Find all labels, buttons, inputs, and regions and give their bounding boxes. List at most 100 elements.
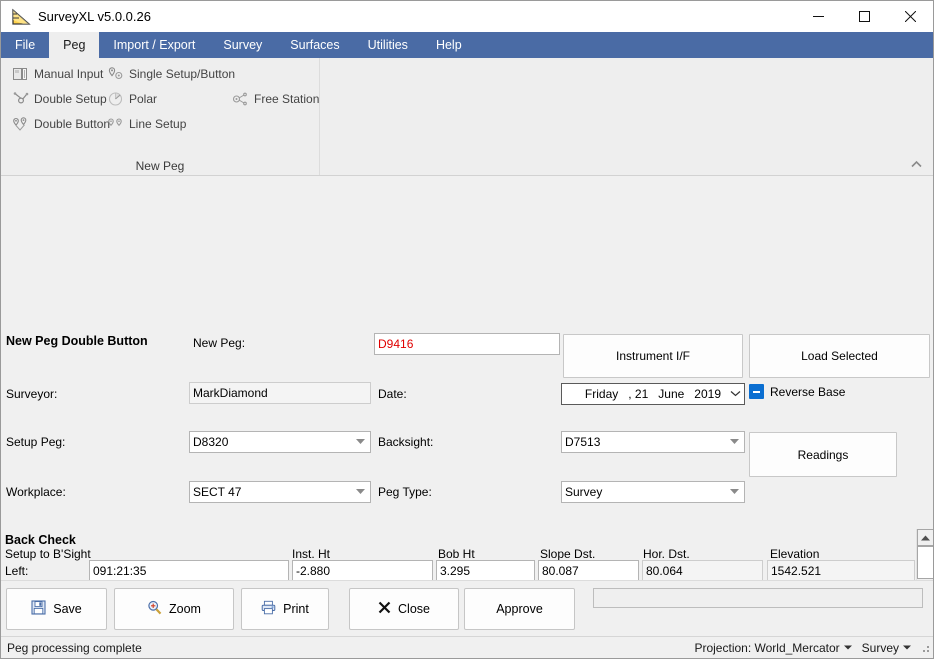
close-button[interactable] xyxy=(887,1,933,32)
ribbon-double-setup-label: Double Setup xyxy=(34,92,107,106)
date-month: June xyxy=(658,387,685,401)
chevron-down-icon xyxy=(727,488,741,496)
print-button[interactable]: Print xyxy=(241,588,329,630)
ribbon-double-button-label: Double Button xyxy=(34,117,111,131)
peg-type-combo[interactable]: Survey xyxy=(561,481,745,503)
zoom-button[interactable]: Zoom xyxy=(114,588,234,630)
save-icon xyxy=(31,600,46,618)
hor-dst-input xyxy=(642,560,763,582)
close-button-action[interactable]: Close xyxy=(349,588,459,630)
free-station-icon xyxy=(232,91,249,107)
menu-item-peg[interactable]: Peg xyxy=(49,32,100,58)
inst-ht-input[interactable] xyxy=(292,560,433,582)
peg-type-label: Peg Type: xyxy=(378,485,432,499)
chevron-down-icon xyxy=(727,438,741,446)
mode-selector[interactable]: Survey xyxy=(862,641,911,655)
application-window: SurveyXL v5.0.0.26 File Peg Import / Exp… xyxy=(0,0,934,659)
date-picker[interactable]: Friday , 21 June 2019 xyxy=(561,383,745,405)
ribbon-free-station[interactable]: Free Station xyxy=(229,90,322,108)
status-message: Peg processing complete xyxy=(7,640,142,655)
menu-item-file[interactable]: File xyxy=(1,32,49,58)
slope-dst-input[interactable] xyxy=(538,560,639,582)
menu-item-utilities[interactable]: Utilities xyxy=(354,32,422,58)
backsight-combo[interactable]: D7513 xyxy=(561,431,745,453)
back-check-subtitle: Setup to B'Sight xyxy=(5,547,91,561)
setup-peg-combo[interactable]: D8320 xyxy=(189,431,371,453)
chevron-up-icon[interactable] xyxy=(905,155,927,173)
workplace-combo[interactable]: SECT 47 xyxy=(189,481,371,503)
bob-ht-header: Bob Ht xyxy=(438,547,475,561)
projection-selector[interactable]: Projection: World_Mercator xyxy=(694,641,852,655)
date-day: , 21 xyxy=(628,387,649,401)
manual-input-icon xyxy=(12,66,29,82)
maximize-button[interactable] xyxy=(841,1,887,32)
zoom-icon xyxy=(147,600,162,618)
elevation-header: Elevation xyxy=(770,547,820,561)
bob-ht-input[interactable] xyxy=(436,560,535,582)
back-check-title: Back Check xyxy=(5,533,76,547)
chevron-down-icon xyxy=(843,643,852,652)
save-button[interactable]: Save xyxy=(6,588,107,630)
print-button-label: Print xyxy=(283,602,309,616)
ribbon-manual-input[interactable]: Manual Input xyxy=(9,65,106,83)
ribbon: Manual Input Double Setup Double Button … xyxy=(1,58,933,176)
chevron-down-icon xyxy=(353,488,367,496)
menu-item-surfaces[interactable]: Surfaces xyxy=(276,32,353,58)
single-setup-icon xyxy=(107,66,124,82)
ribbon-polar-label: Polar xyxy=(129,92,158,106)
approve-button[interactable]: Approve xyxy=(464,588,575,630)
instrument-if-label: Instrument I/F xyxy=(615,349,691,363)
readings-label: Readings xyxy=(797,447,849,462)
surveyor-input[interactable] xyxy=(189,382,371,404)
double-setup-icon xyxy=(12,91,29,107)
workplace-label: Workplace: xyxy=(6,485,66,499)
ribbon-polar[interactable]: Polar xyxy=(104,90,160,108)
title-bar: SurveyXL v5.0.0.26 xyxy=(1,1,933,32)
ribbon-manual-input-label: Manual Input xyxy=(34,67,104,81)
triangle-ruler-icon xyxy=(10,7,32,27)
backcheck-left-label: Left: xyxy=(5,564,29,578)
elevation-input xyxy=(767,560,915,582)
checkbox-indicator xyxy=(749,384,764,399)
instrument-if-button[interactable]: Instrument I/F xyxy=(563,334,743,378)
setup-peg-label: Setup Peg: xyxy=(6,435,66,449)
reverse-base-label: Reverse Base xyxy=(770,384,846,399)
minimize-button[interactable] xyxy=(795,1,841,32)
resize-grip-icon[interactable] xyxy=(919,642,931,654)
peg-type-value: Survey xyxy=(565,485,603,499)
backsight-value: D7513 xyxy=(565,435,601,449)
slope-dst-header: Slope Dst. xyxy=(540,547,596,561)
section-title: New Peg Double Button xyxy=(6,334,148,348)
setup-peg-value: D8320 xyxy=(193,435,229,449)
status-right-group: Projection: World_Mercator Survey xyxy=(694,641,931,655)
ribbon-line-setup[interactable]: Line Setup xyxy=(104,115,189,133)
menu-item-help[interactable]: Help xyxy=(422,32,476,58)
ribbon-single-setup-button[interactable]: Single Setup/Button xyxy=(104,65,238,83)
reverse-base-checkbox[interactable]: Reverse Base xyxy=(749,384,845,399)
ribbon-group-label: New Peg xyxy=(135,159,185,173)
status-bar: Peg processing complete Projection: Worl… xyxy=(1,636,933,658)
ribbon-double-setup[interactable]: Double Setup xyxy=(9,90,110,108)
scrollbar-up-button[interactable] xyxy=(917,529,933,546)
chevron-down-icon xyxy=(903,643,911,652)
new-peg-input[interactable] xyxy=(374,333,560,355)
date-label: Date: xyxy=(378,387,407,401)
ribbon-free-station-label: Free Station xyxy=(254,92,320,106)
backcheck-left-input[interactable] xyxy=(89,560,289,582)
readings-button[interactable]: Readings xyxy=(749,432,897,477)
menu-item-import-export[interactable]: Import / Export xyxy=(99,32,209,58)
window-title: SurveyXL v5.0.0.26 xyxy=(38,9,151,24)
load-selected-button[interactable]: Load Selected xyxy=(749,334,930,378)
approve-button-label: Approve xyxy=(496,602,543,616)
chevron-down-icon xyxy=(353,438,367,446)
close-x-icon xyxy=(378,601,391,617)
new-peg-label: New Peg: xyxy=(193,336,246,350)
ribbon-double-button[interactable]: Double Button xyxy=(9,115,113,133)
ribbon-single-setup-button-label: Single Setup/Button xyxy=(129,67,236,81)
chevron-down-icon[interactable] xyxy=(726,389,744,399)
scrollbar-thumb[interactable] xyxy=(917,546,933,579)
backsight-label: Backsight: xyxy=(378,435,434,449)
action-bar: Save Zoom Print Close Approve xyxy=(1,580,933,637)
menu-item-survey[interactable]: Survey xyxy=(209,32,276,58)
surveyor-label: Surveyor: xyxy=(6,387,58,401)
